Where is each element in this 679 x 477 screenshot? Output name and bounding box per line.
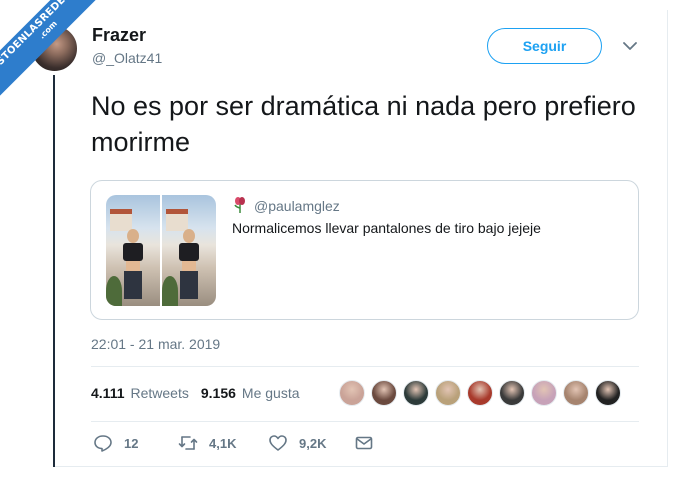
liker-avatar[interactable] [563, 380, 589, 406]
likes-count: 9.156 [200, 385, 236, 401]
reply-action[interactable]: 12 [93, 433, 178, 453]
retweet-count: 4,1K [209, 435, 237, 451]
liker-avatar[interactable] [467, 380, 493, 406]
liker-avatar[interactable] [403, 380, 429, 406]
rose-emoji-icon [234, 197, 245, 213]
liker-avatar[interactable] [371, 380, 397, 406]
liker-avatar[interactable] [595, 380, 621, 406]
quoted-photo-2[interactable] [162, 195, 216, 306]
tweet-actions: 12 4,1K 9,2K [93, 433, 385, 453]
divider [91, 421, 639, 422]
quoted-handle[interactable]: @paulamglez [254, 198, 340, 214]
quoted-text: Normalicemos llevar pantalones de tiro b… [232, 220, 541, 236]
retweets-count: 4.111 [91, 385, 125, 401]
likes-stat[interactable]: 9.156 Me gusta [201, 385, 300, 401]
like-count: 9,2K [299, 435, 327, 451]
liker-avatar[interactable] [531, 380, 557, 406]
engagement-stats: 4.111 Retweets 9.156 Me gusta [91, 385, 306, 401]
follow-button[interactable]: Seguir [487, 28, 602, 64]
quoted-tweet-photos[interactable] [106, 195, 216, 306]
divider [91, 366, 639, 367]
liker-avatar[interactable] [435, 380, 461, 406]
author-handle[interactable]: @_Olatz41 [92, 50, 162, 66]
likes-label: Me gusta [241, 385, 300, 401]
reply-icon[interactable] [93, 433, 113, 453]
author-name[interactable]: Frazer [92, 25, 146, 46]
retweets-label: Retweets [130, 385, 189, 401]
quoted-tweet[interactable] [90, 180, 639, 320]
liker-avatar[interactable] [339, 380, 365, 406]
likers-avatars [339, 380, 621, 406]
like-action[interactable]: 9,2K [268, 433, 354, 453]
retweets-stat[interactable]: 4.111 Retweets [91, 385, 189, 401]
quoted-photo-1[interactable] [106, 195, 160, 306]
thread-line [53, 75, 55, 467]
envelope-icon[interactable] [354, 433, 374, 453]
retweet-icon[interactable] [178, 433, 198, 453]
retweet-action[interactable]: 4,1K [178, 433, 268, 453]
heart-icon[interactable] [268, 433, 288, 453]
reply-count: 12 [124, 435, 139, 451]
liker-avatar[interactable] [499, 380, 525, 406]
tweet-text: No es por ser dramática ni nada pero pre… [91, 91, 636, 157]
tweet-timestamp[interactable]: 22:01 - 21 mar. 2019 [91, 336, 220, 352]
chevron-down-icon[interactable] [622, 40, 638, 52]
direct-message-action[interactable] [354, 433, 385, 453]
